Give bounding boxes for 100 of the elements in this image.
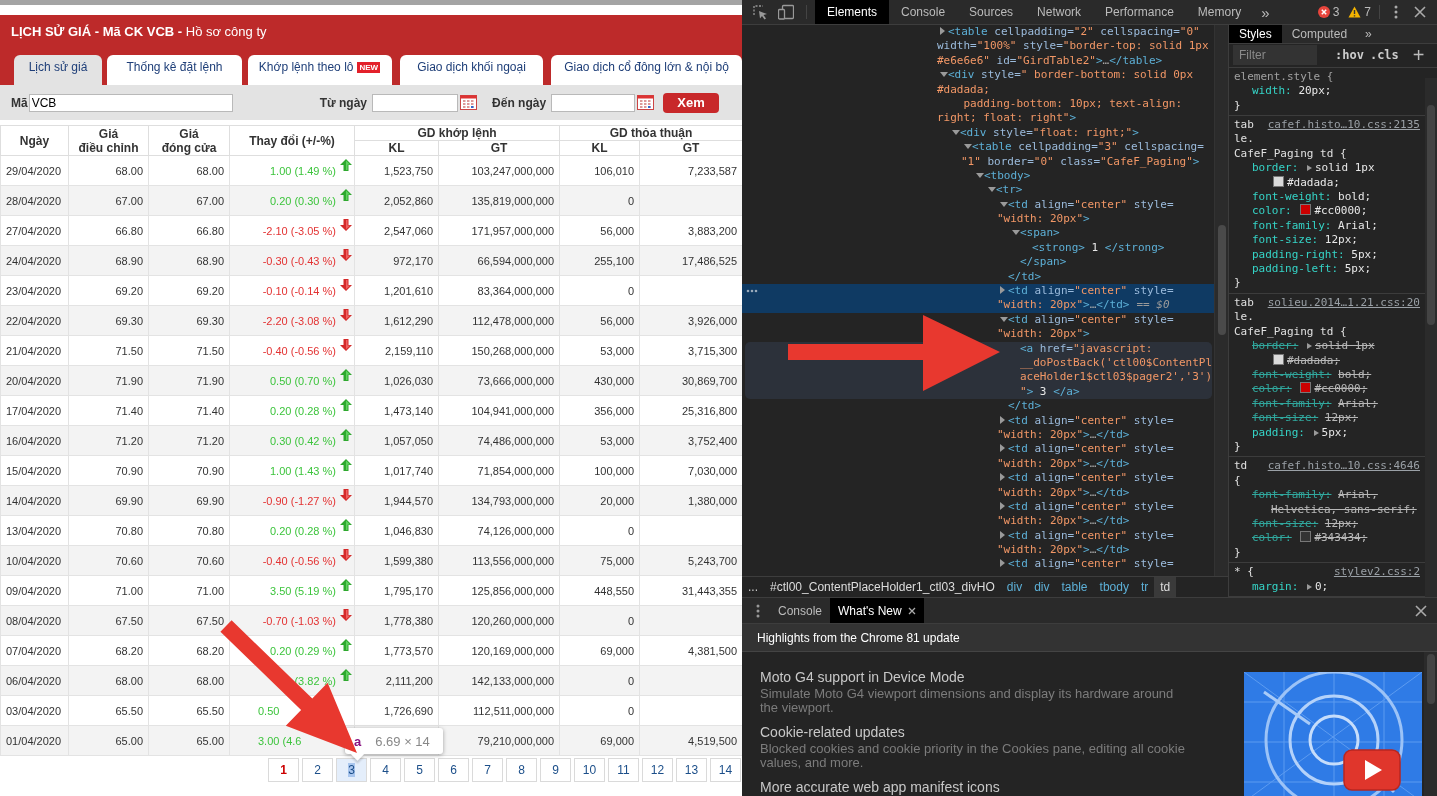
new-rule-button[interactable]: + xyxy=(1412,43,1425,67)
close-icon[interactable] xyxy=(1414,6,1426,18)
property-value: Arial; xyxy=(1338,218,1378,232)
selected-row[interactable]: <td align="center" style= "width: 20px">…</td> == $0 xyxy=(742,284,1214,313)
tab[interactable]: Thống kê đặt lệnh xyxy=(107,55,242,85)
breadcrumb-item[interactable]: div xyxy=(1000,577,1029,597)
triangle-icon[interactable] xyxy=(1000,501,1005,510)
color-swatch[interactable] xyxy=(1300,382,1312,394)
table-cell: 67.50 xyxy=(68,605,149,636)
triangle-icon[interactable] xyxy=(976,172,984,178)
expand-icon[interactable] xyxy=(1313,429,1319,436)
expand-icon[interactable] xyxy=(1307,343,1312,350)
triangle-icon[interactable] xyxy=(1000,473,1005,482)
hover-state-toggle[interactable]: :hov xyxy=(1335,48,1364,63)
page-link[interactable]: 6 xyxy=(438,758,469,782)
color-swatch[interactable] xyxy=(1300,531,1312,543)
page-link[interactable]: 1 xyxy=(268,758,299,782)
color-swatch[interactable] xyxy=(1300,204,1312,216)
triangle-icon[interactable] xyxy=(940,27,945,35)
panel-tab[interactable]: Performance xyxy=(1093,0,1186,24)
table-cell: 2,111,200 xyxy=(354,665,439,696)
close-icon[interactable] xyxy=(907,606,916,615)
color-swatch[interactable] xyxy=(1273,175,1284,187)
class-toggle[interactable]: .cls xyxy=(1369,48,1399,63)
more-tabs-button[interactable]: » xyxy=(1253,0,1278,24)
source-link[interactable]: solieu.2014…1.21.css:20 xyxy=(1267,295,1420,311)
issues-counter[interactable]: 3 7 xyxy=(1317,0,1371,24)
css-selector: td xyxy=(1234,459,1248,474)
breadcrumb-item[interactable]: ... xyxy=(742,577,764,597)
tab[interactable]: Giao dịch khối ngoại xyxy=(400,55,543,85)
panel-tab[interactable]: Memory xyxy=(1185,0,1254,24)
triangle-icon[interactable] xyxy=(952,129,960,135)
more-options-icon[interactable] xyxy=(756,603,760,618)
page-link[interactable]: 8 xyxy=(506,758,537,782)
breadcrumb-item[interactable]: tbody xyxy=(1093,577,1135,597)
triangle-icon[interactable] xyxy=(1000,530,1005,539)
triangle-icon[interactable] xyxy=(1000,286,1005,295)
tab[interactable]: Styles xyxy=(1229,25,1282,43)
breadcrumb-item[interactable]: td xyxy=(1154,577,1177,597)
tab[interactable]: Computed xyxy=(1281,25,1358,43)
date-field[interactable] xyxy=(551,93,636,112)
more-options-icon[interactable] xyxy=(1394,5,1398,19)
tab[interactable]: Console xyxy=(770,598,831,623)
page-link[interactable]: 7 xyxy=(472,758,503,782)
scrollbar[interactable] xyxy=(1424,652,1437,796)
page-link[interactable]: 14 xyxy=(710,758,741,782)
breadcrumb-item[interactable]: div xyxy=(1028,577,1056,597)
breadcrumb-item[interactable]: tr xyxy=(1134,577,1155,597)
tab[interactable]: What's New xyxy=(830,598,924,623)
page-link[interactable]: 10 xyxy=(574,758,605,782)
stock-code-field[interactable]: VCB xyxy=(28,93,233,112)
triangle-icon[interactable] xyxy=(964,144,972,150)
tab[interactable]: Lịch sử giá xyxy=(14,55,102,85)
source-link[interactable]: cafef.histo…10.css:4646 xyxy=(1267,459,1420,474)
page-link[interactable]: 4 xyxy=(370,758,401,782)
property-name: font-weight: xyxy=(1252,367,1332,381)
panel-tab[interactable]: Sources xyxy=(957,0,1026,24)
page-link[interactable]: 3 xyxy=(336,758,367,782)
triangle-icon[interactable] xyxy=(1000,316,1008,322)
source-link[interactable]: cafef.histo…10.css:2135 xyxy=(1267,118,1420,133)
scrollbar[interactable] xyxy=(1425,78,1437,597)
triangle-icon[interactable] xyxy=(1012,230,1020,236)
page-link[interactable]: 2 xyxy=(302,758,333,782)
breadcrumb-item[interactable]: table xyxy=(1055,577,1094,597)
page-link[interactable]: 12 xyxy=(642,758,673,782)
tab[interactable]: Khớp lệnh theo lô NEW xyxy=(248,55,392,85)
more-tabs-button[interactable]: » xyxy=(1357,25,1380,43)
triangle-icon[interactable] xyxy=(1000,444,1005,453)
scrollbar[interactable] xyxy=(1214,25,1228,576)
device-icon[interactable] xyxy=(778,4,794,20)
triangle-icon[interactable] xyxy=(988,187,996,193)
triangle-icon[interactable] xyxy=(1000,415,1005,424)
panel-tab[interactable]: Elements xyxy=(815,0,890,24)
calendar-icon[interactable] xyxy=(460,95,478,110)
date-field[interactable] xyxy=(372,93,459,112)
ellipsis-icon[interactable] xyxy=(746,289,758,294)
inspect-icon[interactable] xyxy=(752,4,768,20)
expand-icon[interactable] xyxy=(1307,165,1312,172)
page-link[interactable]: 13 xyxy=(676,758,707,782)
calendar-icon[interactable] xyxy=(637,95,655,110)
table-cell: 5,243,700 xyxy=(639,545,742,576)
expand-icon[interactable] xyxy=(1307,583,1312,590)
triangle-icon[interactable] xyxy=(1000,559,1005,568)
breadcrumb-item[interactable]: #ctl00_ContentPlaceHolder1_ctl03_divHO xyxy=(764,577,1001,597)
code-line: aceHolder1$ctl03$pager2','3') xyxy=(1020,370,1213,384)
panel-tab[interactable]: Network xyxy=(1025,0,1094,24)
triangle-icon[interactable] xyxy=(1000,201,1008,207)
page-link[interactable]: 9 xyxy=(540,758,571,782)
css-selector: { xyxy=(1234,473,1241,487)
source-link[interactable]: stylev2.css:2 xyxy=(1333,565,1420,580)
color-swatch[interactable] xyxy=(1273,353,1284,365)
panel-tab[interactable]: Console xyxy=(889,0,958,24)
filter-field[interactable]: Filter xyxy=(1233,45,1317,66)
page-link[interactable]: 5 xyxy=(404,758,435,782)
page-link[interactable]: 11 xyxy=(608,758,639,782)
close-icon[interactable] xyxy=(1415,604,1427,617)
view-button[interactable]: Xem xyxy=(663,92,720,113)
property-value: bold; xyxy=(1338,367,1372,381)
tab[interactable]: Giao dịch cổ đông lớn & nội bộ xyxy=(551,55,742,85)
triangle-icon[interactable] xyxy=(940,72,948,78)
